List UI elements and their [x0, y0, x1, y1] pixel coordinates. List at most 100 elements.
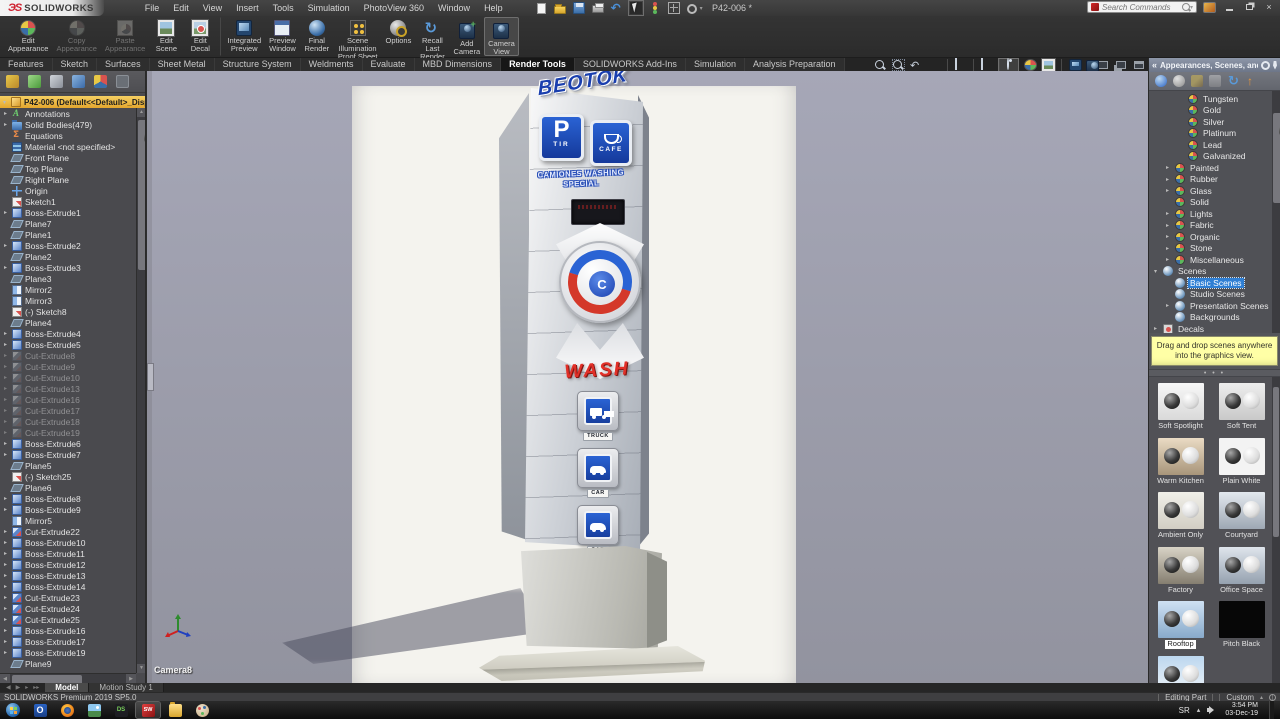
- appearance-tree-item[interactable]: Lead: [1149, 139, 1280, 151]
- feature-tree-item[interactable]: Solid Bodies(479): [0, 119, 136, 130]
- search-icon[interactable]: [1182, 3, 1191, 12]
- scene-preview-image[interactable]: [1219, 438, 1265, 475]
- add-camera-button[interactable]: Add Camera: [449, 17, 484, 56]
- scroll-down-icon[interactable]: ▼: [137, 664, 145, 673]
- featuremanager-tab-icon[interactable]: [6, 75, 19, 88]
- feature-tree-item[interactable]: Plane5: [0, 460, 136, 471]
- expand-arrow[interactable]: [1166, 210, 1175, 217]
- scene-preview-image[interactable]: [1219, 601, 1265, 638]
- select-tool-icon[interactable]: [630, 2, 642, 14]
- menu-item[interactable]: PhotoView 360: [357, 0, 431, 16]
- feature-tree-item[interactable]: Mirror2: [0, 284, 136, 295]
- menu-item[interactable]: Edit: [166, 0, 196, 16]
- Pitch Black[interactable]: Pitch Black: [1214, 601, 1269, 649]
- edit-appearance-button[interactable]: Edit Appearance: [4, 17, 52, 56]
- expand-arrow[interactable]: [4, 407, 12, 414]
- feature-tree-item[interactable]: Boss-Extrude7: [0, 449, 136, 460]
- feature-tree-item[interactable]: Mirror5: [0, 515, 136, 526]
- expand-arrow[interactable]: [3, 99, 11, 106]
- menu-item[interactable]: Window: [431, 0, 477, 16]
- menu-item[interactable]: View: [196, 0, 229, 16]
- gear-icon[interactable]: [1261, 61, 1270, 70]
- draftsight-app-icon[interactable]: [109, 702, 133, 718]
- configurationmanager-tab-icon[interactable]: [50, 75, 63, 88]
- zoom-area-icon[interactable]: [891, 59, 904, 71]
- menu-item[interactable]: Simulation: [301, 0, 357, 16]
- dimxpertmanager-tab-icon[interactable]: [72, 75, 85, 88]
- appearance-tree-item[interactable]: Basic Scenes: [1149, 277, 1280, 289]
- filter-appearances-icon[interactable]: [1173, 75, 1185, 87]
- expand-arrow[interactable]: [4, 396, 12, 403]
- options-icon[interactable]: [687, 4, 697, 14]
- search-input[interactable]: [1102, 3, 1179, 12]
- search-scope-icon[interactable]: [1091, 3, 1099, 11]
- panel-splitter[interactable]: [147, 71, 152, 683]
- feature-tree-item[interactable]: Cut-Extrude8: [0, 350, 136, 361]
- preview-window-button[interactable]: Preview Window: [265, 17, 300, 56]
- new-file-icon[interactable]: [537, 3, 546, 14]
- command-tab[interactable]: Weldments: [301, 58, 363, 71]
- expand-arrow[interactable]: [4, 209, 12, 216]
- feature-tree-item[interactable]: Right Plane: [0, 174, 136, 185]
- expand-arrow[interactable]: [4, 550, 12, 557]
- menu-item[interactable]: Help: [477, 0, 510, 16]
- appearance-tree-item[interactable]: Galvanized: [1149, 151, 1280, 163]
- appearance-tree-item[interactable]: Miscellaneous: [1149, 254, 1280, 266]
- feature-tree-item[interactable]: Cut-Extrude24: [0, 603, 136, 614]
- edit-decal-button[interactable]: Edit Decal: [183, 17, 217, 56]
- photos-app-icon[interactable]: [82, 702, 106, 718]
- command-tab[interactable]: Evaluate: [363, 58, 415, 71]
- language-indicator[interactable]: SR: [1179, 706, 1190, 715]
- appearance-tree-item[interactable]: Scenes: [1149, 266, 1280, 278]
- scene-preview-image[interactable]: [1158, 601, 1204, 638]
- feature-tree-item[interactable]: Boss-Extrude13: [0, 570, 136, 581]
- feature-tree-item[interactable]: Cut-Extrude18: [0, 416, 136, 427]
- scene-preview-image[interactable]: [1158, 547, 1204, 584]
- expand-arrow[interactable]: [1166, 245, 1175, 252]
- command-tab[interactable]: Structure System: [215, 58, 301, 71]
- feature-tree-item[interactable]: Material <not specified>: [0, 141, 136, 152]
- feature-tree-item[interactable]: Boss-Extrude4: [0, 328, 136, 339]
- expand-arrow[interactable]: [4, 572, 12, 579]
- feature-tree-item[interactable]: Boss-Extrude2: [0, 240, 136, 251]
- expand-arrow[interactable]: [4, 528, 12, 535]
- feature-tree-item[interactable]: (-) Sketch25: [0, 471, 136, 482]
- scene-preview-image[interactable]: [1158, 656, 1204, 684]
- feature-tree-item[interactable]: Plane4: [0, 317, 136, 328]
- expand-arrow[interactable]: [4, 242, 12, 249]
- feature-tree-item[interactable]: Annotations: [0, 108, 136, 119]
- document-tab[interactable]: Model: [45, 683, 89, 692]
- appearance-tree-item[interactable]: Rubber: [1149, 174, 1280, 186]
- view-options-icon[interactable]: [668, 2, 680, 14]
- firefox-app-icon[interactable]: [55, 702, 79, 718]
- add-folder-icon[interactable]: [1209, 75, 1221, 87]
- expand-arrow[interactable]: [1166, 256, 1175, 263]
- show-desktop-button[interactable]: [1269, 701, 1274, 719]
- scene-preview-image[interactable]: [1158, 492, 1204, 529]
- recall-last-render-button[interactable]: Recall Last Render: [415, 17, 449, 56]
- displaymanager-tab-icon[interactable]: [94, 75, 107, 88]
- scrollbar-thumb[interactable]: [1273, 113, 1280, 203]
- scroll-up-icon[interactable]: ▲: [137, 108, 145, 117]
- feature-tree-item[interactable]: Boss-Extrude11: [0, 548, 136, 559]
- expand-arrow[interactable]: [1166, 176, 1175, 183]
- Ambient Only[interactable]: Ambient Only: [1153, 492, 1208, 540]
- Courtyard[interactable]: Courtyard: [1214, 492, 1269, 540]
- expand-arrow[interactable]: [4, 583, 12, 590]
- undo-icon[interactable]: [611, 2, 623, 14]
- appearance-tree-item[interactable]: Silver: [1149, 116, 1280, 128]
- feature-tree-item[interactable]: Cut-Extrude9: [0, 361, 136, 372]
- feature-tree-item[interactable]: Boss-Extrude10: [0, 537, 136, 548]
- feature-tree-item[interactable]: Front Plane: [0, 152, 136, 163]
- feature-tree-item[interactable]: Boss-Extrude12: [0, 559, 136, 570]
- expand-arrow[interactable]: [4, 638, 12, 645]
- solidworks-app-icon[interactable]: [136, 702, 160, 718]
- feature-tree-item[interactable]: Mirror3: [0, 295, 136, 306]
- hidden-icons-caret[interactable]: ▴: [1197, 706, 1201, 714]
- feature-tree-item[interactable]: Origin: [0, 185, 136, 196]
- propertymanager-tab-icon[interactable]: [28, 75, 41, 88]
- scroll-right-icon[interactable]: ▶: [126, 674, 136, 683]
- feature-tree-item[interactable]: Plane9: [0, 658, 136, 669]
- expand-arrow[interactable]: [1166, 302, 1175, 309]
- feature-tree-item[interactable]: Cut-Extrude19: [0, 427, 136, 438]
